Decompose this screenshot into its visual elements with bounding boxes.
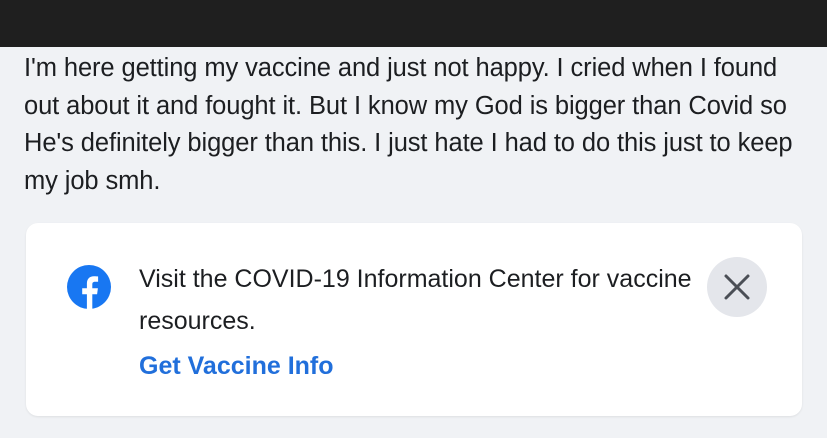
info-message: Visit the COVID-19 Information Center fo… [139, 265, 692, 335]
covid-info-card: Visit the COVID-19 Information Center fo… [26, 223, 802, 416]
get-vaccine-info-link[interactable]: Get Vaccine Info [139, 345, 334, 387]
post-text: I'm here getting my vaccine and just not… [24, 54, 793, 196]
close-button[interactable] [707, 257, 767, 317]
close-icon [724, 274, 750, 300]
top-bar [0, 0, 827, 47]
facebook-logo-icon [67, 265, 111, 309]
